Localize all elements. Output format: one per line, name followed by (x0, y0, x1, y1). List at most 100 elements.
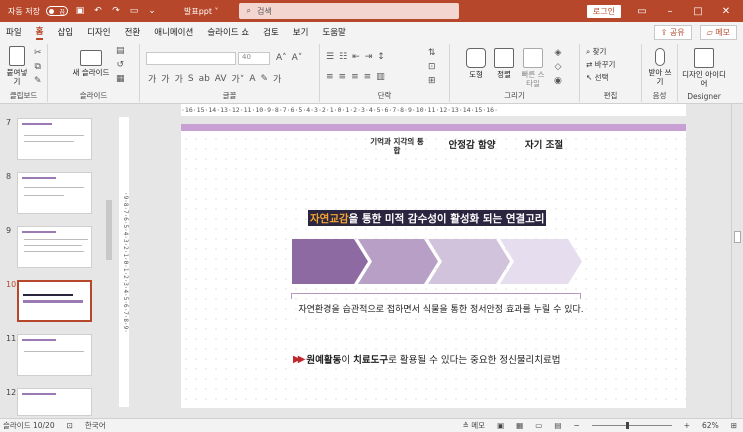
decrease-indent-icon[interactable]: ⇤ (352, 52, 360, 62)
search-input[interactable]: ⌕ 검색 (238, 3, 459, 19)
copy-icon[interactable]: ⧉ (35, 62, 41, 72)
memo-button[interactable]: ▱ 메모 (699, 24, 737, 40)
save-icon[interactable]: ▣ (74, 5, 86, 17)
reading-view-icon[interactable]: ▭ (535, 421, 542, 430)
chevron-shape[interactable] (358, 239, 438, 284)
zoom-level[interactable]: 62% (702, 421, 719, 430)
numbering-icon[interactable]: ☷ (339, 52, 347, 62)
align-text-icon[interactable]: ⊡ (428, 62, 436, 72)
accessibility-icon[interactable]: ⊡ (67, 421, 73, 430)
highlight-icon[interactable]: ✎ (261, 74, 269, 84)
zoom-slider-thumb[interactable] (625, 422, 629, 429)
text-direction-icon[interactable]: ⇅ (428, 48, 436, 58)
align-center-icon[interactable]: ≡ (339, 72, 347, 82)
increase-indent-icon[interactable]: ⇥ (365, 52, 373, 62)
italic-icon[interactable]: 가 (161, 72, 169, 85)
login-button[interactable]: 로그인 (586, 4, 621, 18)
change-case-icon[interactable]: 가˅ (232, 72, 245, 85)
tab-review[interactable]: 검토 (263, 26, 279, 38)
slide-thumbnail[interactable] (17, 388, 92, 416)
shape-outline-icon[interactable]: ◇ (554, 62, 561, 72)
thumbnail-scrollbar[interactable] (105, 104, 113, 418)
ribbon-display-icon[interactable]: ▭ (635, 6, 649, 17)
clear-format-icon[interactable]: A (249, 74, 255, 84)
shrink-font-icon[interactable]: A˅ (292, 53, 303, 63)
tab-insert[interactable]: 삽입 (57, 26, 73, 38)
fit-slide-icon[interactable]: ⊞ (731, 421, 737, 430)
justify-icon[interactable]: ≡ (364, 72, 372, 82)
chevron-shape[interactable] (292, 239, 368, 284)
find-button[interactable]: ⌕ 찾기 (586, 46, 606, 57)
underline-icon[interactable]: 가 (175, 72, 183, 85)
autosave-toggle[interactable]: 끔 (45, 6, 68, 16)
redo-icon[interactable]: ↷ (110, 5, 122, 17)
new-slide-button[interactable]: 새 슬라이드 (66, 50, 116, 77)
char-spacing-icon[interactable]: AV (215, 74, 227, 84)
undo-icon[interactable]: ↶ (92, 5, 104, 17)
replace-button[interactable]: ⇄ 바꾸기 (586, 59, 615, 70)
align-right-icon[interactable]: ≡ (351, 72, 359, 82)
chevron-shape[interactable] (428, 239, 510, 284)
slide-subtext[interactable]: 자연환경을 습관적으로 접하면서 식물을 통한 정서안정 효과를 누릴 수 있다… (291, 302, 591, 315)
tab-view[interactable]: 보기 (293, 26, 309, 38)
smartart-icon[interactable]: ⊞ (428, 76, 436, 86)
slideshow-view-icon[interactable]: ▤ (554, 421, 561, 430)
minimize-icon[interactable]: – (663, 6, 677, 17)
chevron-shape[interactable] (500, 239, 582, 284)
tab-animations[interactable]: 애니메이션 (154, 26, 193, 38)
section-icon[interactable]: ▦ (116, 74, 125, 84)
font-color-icon[interactable]: 가 (273, 72, 281, 85)
line-spacing-icon[interactable]: ↕ (377, 52, 385, 62)
font-size-field[interactable]: 40 (238, 52, 270, 65)
arrange-button[interactable]: 정렬 (492, 48, 516, 79)
tab-slideshow[interactable]: 슬라이드 쇼 (207, 26, 249, 38)
canvas-scrollbar[interactable] (731, 104, 743, 418)
paste-button[interactable]: 붙여넣기 (4, 46, 30, 86)
slide[interactable]: 자연교감을 통한 미적 감수성이 활성화 되는 연결고리 자기 위로 기억과 지… (181, 124, 686, 408)
scrollbar-thumb[interactable] (106, 200, 112, 260)
grow-font-icon[interactable]: A˄ (276, 53, 287, 63)
shape-fill-icon[interactable]: ◈ (554, 48, 561, 58)
font-name-field[interactable] (146, 52, 236, 65)
slide-thumbnail[interactable] (17, 334, 92, 376)
design-ideas-button[interactable]: 디자인 아이디어 (682, 48, 726, 88)
bullets-icon[interactable]: ☰ (326, 52, 334, 62)
dictate-button[interactable]: 받아 쓰기 (646, 48, 674, 86)
zoom-out-icon[interactable]: − (573, 421, 579, 430)
shadow-icon[interactable]: S (188, 74, 194, 84)
notes-button[interactable]: ≙ 메모 (463, 420, 485, 431)
slide-thumbnail-active[interactable] (17, 280, 92, 322)
slide-heading[interactable]: 자연교감을 통한 미적 감수성이 활성화 되는 연결고리 (308, 210, 547, 226)
shapes-button[interactable]: 도형 (464, 48, 488, 79)
zoom-in-icon[interactable]: + (684, 421, 690, 430)
slide-thumbnail[interactable] (17, 172, 92, 214)
present-icon[interactable]: ▭ (128, 5, 140, 17)
share-button[interactable]: ⇪ 공유 (653, 24, 692, 40)
tab-design[interactable]: 디자인 (87, 26, 110, 38)
strikethrough-icon[interactable]: ab (199, 74, 210, 84)
reset-icon[interactable]: ↺ (116, 60, 124, 70)
select-button[interactable]: ↖ 선택 (586, 72, 608, 83)
maximize-icon[interactable]: □ (691, 6, 705, 17)
quick-styles-button[interactable]: 빠른 스타일 (520, 48, 546, 88)
slide-thumbnail[interactable] (17, 118, 92, 160)
document-title[interactable]: 발표ppt ˅ (184, 6, 219, 17)
tab-transitions[interactable]: 전환 (125, 26, 141, 38)
language-indicator[interactable]: 한국어 (85, 420, 106, 431)
tab-home[interactable]: 홈 (35, 25, 44, 40)
columns-icon[interactable]: ▥ (376, 72, 385, 82)
align-left-icon[interactable]: ≡ (326, 72, 334, 82)
bold-icon[interactable]: 가 (148, 72, 156, 85)
format-painter-icon[interactable]: ✎ (34, 76, 42, 86)
layout-icon[interactable]: ▤ (116, 46, 125, 56)
slide-thumbnail[interactable] (17, 226, 92, 268)
shape-effects-icon[interactable]: ◉ (554, 76, 562, 86)
slide-sorter-icon[interactable]: ▦ (516, 421, 523, 430)
tab-help[interactable]: 도움말 (322, 26, 345, 38)
close-icon[interactable]: ✕ (719, 6, 733, 17)
customize-qat-icon[interactable]: ⌄ (146, 5, 158, 17)
canvas-scroll-thumb[interactable] (734, 231, 741, 243)
normal-view-icon[interactable]: ▣ (497, 421, 504, 430)
cut-icon[interactable]: ✂ (34, 48, 42, 58)
slide-bottom-line[interactable]: ▶▶ 원예활동이 치료도구로 활용될 수 있다는 중요한 정신물리치료법 (293, 352, 561, 367)
